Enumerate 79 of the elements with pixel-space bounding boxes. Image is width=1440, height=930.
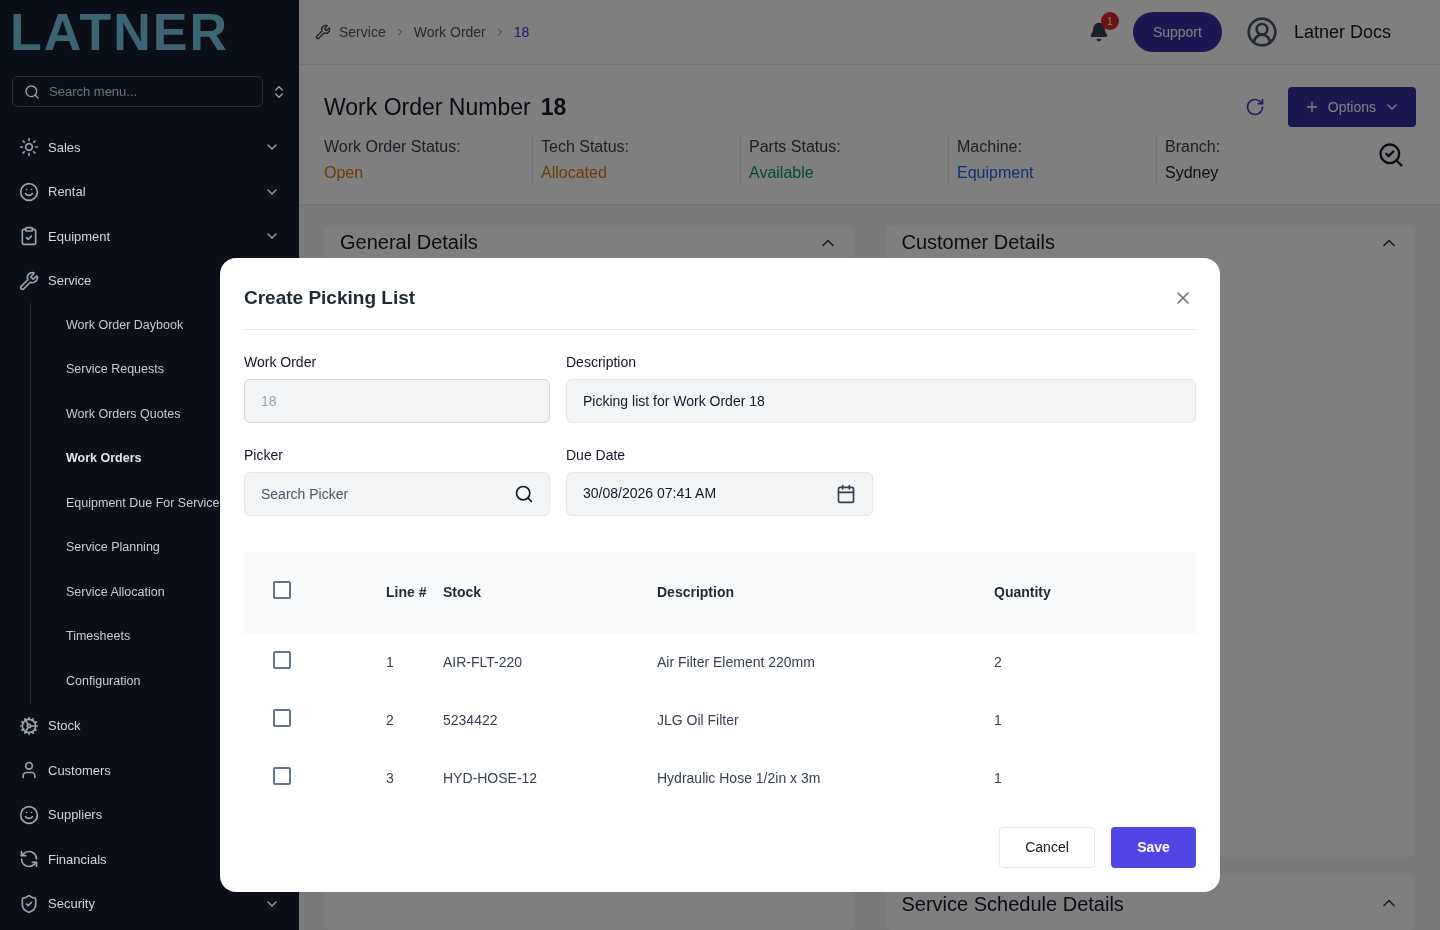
- checkbox[interactable]: [273, 580, 291, 599]
- table-cell: 2: [994, 633, 1196, 692]
- search-icon: [24, 84, 40, 100]
- notification-icon[interactable]: [1088, 22, 1109, 42]
- field-label: Due Date: [566, 445, 627, 465]
- field-label: Picker: [244, 445, 284, 465]
- card-title: Customer Details: [901, 230, 1055, 255]
- user-name[interactable]: Latner Docs: [1293, 18, 1391, 46]
- avatar-icon[interactable]: [1245, 16, 1278, 48]
- status-value: Available: [749, 163, 815, 183]
- table-cell: AIR-FLT-220: [443, 633, 657, 692]
- table-cell-text: Hydraulic Hose 1/2in x 3m: [657, 769, 822, 788]
- column-header: Description: [657, 551, 994, 634]
- search-icon[interactable]: [514, 483, 534, 504]
- column-header: Stock: [443, 551, 657, 634]
- wrench-icon: [315, 24, 331, 40]
- work-order-number: 18: [540, 92, 567, 122]
- breadcrumb[interactable]: Work Order: [413, 21, 486, 43]
- menu-item[interactable]: Sales: [0, 125, 299, 170]
- menu-item[interactable]: Customers: [0, 748, 299, 793]
- table-cell: 5234422: [443, 691, 657, 750]
- menu-icon: [19, 137, 39, 158]
- column-header: Quantity: [994, 551, 1196, 634]
- status-value: Allocated: [541, 163, 608, 183]
- status-label: Parts Status:: [749, 137, 842, 157]
- column-header: Line #: [320, 551, 443, 634]
- dialog-title: Create Picking List: [244, 286, 416, 310]
- menu-icon: [19, 893, 39, 914]
- table-cell-text: 3: [385, 769, 395, 788]
- menu-icon: [19, 181, 39, 202]
- table-cell: Air Filter Element 220mm: [657, 633, 994, 692]
- table-cell-text: 1: [994, 769, 1003, 788]
- status-value: Equipment: [957, 163, 1035, 183]
- menu-item[interactable]: Equipment: [0, 214, 299, 259]
- table-cell-text: 1: [994, 711, 1003, 730]
- inspect-icon[interactable]: [1377, 141, 1405, 169]
- breadcrumb[interactable]: 18: [513, 21, 530, 43]
- refresh-icon[interactable]: [1244, 97, 1265, 117]
- field-label: Work Order: [244, 352, 318, 372]
- menu-icon: [19, 804, 39, 825]
- menu-item[interactable]: Security: [0, 881, 299, 926]
- calendar-icon[interactable]: [836, 483, 856, 504]
- breadcrumb[interactable]: Service: [339, 21, 386, 43]
- logo: LATNER: [10, 3, 229, 61]
- checkbox[interactable]: [273, 766, 291, 785]
- menu-item[interactable]: Rental: [0, 169, 299, 214]
- card-title: Service Schedule Details: [901, 892, 1124, 917]
- table-cell-text: HYD-HOSE-12: [443, 769, 539, 788]
- page-title: Work Order Number: [324, 92, 531, 122]
- menu-icon: [19, 226, 39, 247]
- status-label: Machine:: [957, 137, 1023, 157]
- status-value: Open: [324, 163, 365, 183]
- field-label: Description: [566, 352, 638, 372]
- support-button[interactable]: Support: [1132, 12, 1222, 52]
- menu-item[interactable]: Stock: [0, 703, 299, 748]
- table-cell: 2: [320, 691, 443, 750]
- status-label: Work Order Status:: [324, 137, 462, 157]
- search-field[interactable]: Search menu...: [12, 76, 263, 107]
- status-value: Sydney: [1165, 163, 1220, 183]
- menu-icon: [19, 270, 39, 291]
- checkbox[interactable]: [273, 650, 291, 669]
- notification-badge: 1: [1100, 12, 1119, 30]
- save-button[interactable]: Save: [1111, 827, 1196, 868]
- options-button[interactable]: Options: [1287, 87, 1416, 127]
- description-field[interactable]: Picking list for Work Order 18: [566, 378, 1196, 423]
- cancel-button[interactable]: Cancel: [999, 827, 1095, 868]
- card-title: General Details: [340, 230, 478, 255]
- status-label: Branch:: [1165, 137, 1222, 157]
- menu-item[interactable]: Financials: [0, 837, 299, 882]
- picker-field[interactable]: Search Picker: [244, 471, 550, 516]
- due-date-field[interactable]: 30/08/2026 07:41 AM: [566, 471, 873, 516]
- menu-icon: [19, 760, 39, 781]
- checkbox[interactable]: [273, 708, 291, 727]
- menu-item[interactable]: Suppliers: [0, 792, 299, 837]
- status-label: Tech Status:: [541, 137, 631, 157]
- table-cell-text: JLG Oil Filter: [657, 711, 740, 730]
- table-cell: 1: [320, 633, 443, 692]
- menu-icon: [19, 849, 39, 870]
- menu-icon: [19, 715, 39, 736]
